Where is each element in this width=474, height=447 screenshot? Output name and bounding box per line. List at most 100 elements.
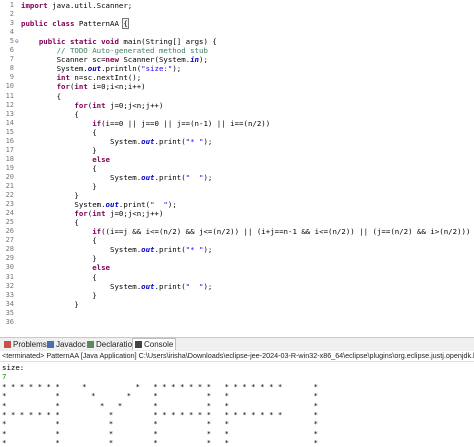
code-token: { (21, 236, 97, 246)
code-line[interactable]: 34 } (0, 300, 474, 309)
code-token: ); (203, 245, 213, 255)
code-line[interactable]: 25 { (0, 218, 474, 227)
code-line[interactable]: 16 System.out.print("* "); (0, 137, 474, 146)
code-token: .print( (154, 172, 186, 182)
line-number: 12 (5, 100, 14, 109)
code-line[interactable]: 32 System.out.print(" "); (0, 282, 474, 291)
code-token: n=sc.nextInt(); (69, 73, 142, 83)
code-text: for(int j=0;j<n;j++) (21, 101, 163, 110)
code-token: Scanner(System. (118, 55, 191, 65)
code-line[interactable]: 33 } (0, 291, 474, 300)
code-token: // TODO Auto-generated method stub (56, 46, 208, 56)
tab-javadoc[interactable]: Javadoc (45, 339, 88, 350)
code-token: { (21, 272, 97, 282)
code-token: " " (150, 200, 168, 210)
code-line[interactable]: 26 if((i==j && i<=(n/2) && j<=(n/2)) || … (0, 227, 474, 236)
console-output[interactable]: size: 7 * * * * * * * * * * * * * * * * * … (0, 362, 474, 447)
code-line[interactable]: 24 for(int j=0;j<n;j++) (0, 209, 474, 218)
code-token: if (92, 118, 102, 128)
code-text: public static void main(String[] args) { (21, 37, 217, 46)
code-token: .print( (154, 245, 186, 255)
code-text: { (21, 272, 97, 282)
code-token: ((i==j && i<=(n/2) && j<=(n/2)) || (i+j=… (101, 227, 471, 237)
code-token: int (74, 82, 88, 92)
code-token: i=0;i<n;i++) (87, 82, 146, 92)
code-token: .print( (154, 136, 186, 146)
code-token: System. (21, 172, 142, 182)
line-number: 1 (9, 1, 14, 9)
code-token: static (69, 37, 97, 47)
code-line[interactable]: 23 System.out.print(" "); (0, 200, 474, 209)
code-token: .println( (101, 64, 142, 74)
tab-problems[interactable]: Problems (2, 339, 49, 350)
code-line[interactable]: 2 (0, 10, 474, 19)
code-text: import java.util.Scanner; (21, 1, 132, 10)
console-input-line: 7 (2, 372, 7, 382)
code-text: System.out.print("* "); (21, 137, 212, 146)
code-line[interactable]: 29 } (0, 254, 474, 263)
code-token: for (74, 100, 88, 110)
code-text: for(int i=0;i<n;i++) (21, 82, 146, 91)
code-token: void (101, 37, 119, 47)
code-line[interactable]: 15 { (0, 128, 474, 137)
line-number: 31 (5, 272, 14, 281)
code-line[interactable]: 3 public class PatternAA { (0, 18, 474, 30)
line-number: 35 (5, 308, 14, 317)
code-text: System.out.print(" "); (21, 200, 176, 210)
code-line[interactable]: 27 { (0, 236, 474, 245)
code-line[interactable]: 7 Scanner sc=new Scanner(System.in); (0, 55, 474, 64)
code-line[interactable]: 21 } (0, 182, 474, 191)
code-line[interactable]: 10 for(int i=0;i<n;i++) (0, 82, 474, 91)
fold-marker-icon[interactable]: ⊖ (15, 37, 19, 46)
code-line[interactable]: 9 int n=sc.nextInt(); (0, 73, 474, 82)
code-token: main(String[] args) { (118, 37, 217, 47)
code-line[interactable]: 36 (0, 318, 474, 327)
code-line[interactable]: 11 { (0, 92, 474, 101)
code-line[interactable]: 6 // TODO Auto-generated method stub (0, 46, 474, 55)
line-number: 34 (5, 299, 14, 308)
code-token: out (105, 200, 119, 210)
code-line[interactable]: 31 { (0, 273, 474, 282)
tab-declaration[interactable]: Declaration (85, 339, 138, 350)
code-line[interactable]: 22 } (0, 191, 474, 200)
line-number: 7 (9, 55, 14, 64)
code-text: { (21, 128, 96, 137)
console-line: * * * * * * * (2, 419, 350, 429)
code-token: ); (172, 64, 182, 74)
code-line[interactable]: 5 ⊖ public static void main(String[] args… (0, 37, 474, 46)
code-text: Scanner sc=new Scanner(System.in); (21, 55, 208, 64)
code-text: System.out.print("* "); (21, 245, 212, 254)
code-token: int (56, 73, 70, 83)
tab-label: Console (144, 340, 174, 349)
code-line[interactable]: 14 if(i==0 || j==0 || j==(n-1) || i==(n/… (0, 119, 474, 128)
line-number: 11 (5, 91, 14, 100)
code-text: { (21, 110, 78, 119)
code-line[interactable]: 17 } (0, 146, 474, 155)
code-token: { (21, 91, 62, 101)
code-line[interactable]: 28 System.out.print("* "); (0, 245, 474, 254)
line-number: 20 (5, 172, 14, 181)
tab-console[interactable]: Console (132, 338, 177, 350)
code-line[interactable]: 35 (0, 309, 474, 318)
code-token: } (21, 254, 97, 264)
problems-icon (4, 341, 11, 348)
code-line[interactable]: 1 import java.util.Scanner; (0, 1, 474, 10)
code-editor[interactable]: 1 import java.util.Scanner; 2 3 public class… (0, 0, 474, 331)
code-line[interactable]: 13 { (0, 110, 474, 119)
code-line[interactable]: 12 for(int j=0;j<n;j++) (0, 101, 474, 110)
code-line[interactable]: 30 else (0, 263, 474, 272)
code-text: // TODO Auto-generated method stub (21, 46, 208, 55)
code-line[interactable]: 4 (0, 28, 474, 37)
code-token: " " (185, 281, 204, 291)
code-line[interactable]: 20 System.out.print(" "); (0, 173, 474, 182)
tab-label: Declaration (96, 340, 137, 349)
code-line[interactable]: 8 System.out.println("size:"); (0, 64, 474, 73)
code-line[interactable]: 19 { (0, 164, 474, 173)
code-token: out (141, 245, 155, 255)
line-number: 14 (5, 118, 14, 127)
code-line[interactable]: 18 else (0, 155, 474, 164)
